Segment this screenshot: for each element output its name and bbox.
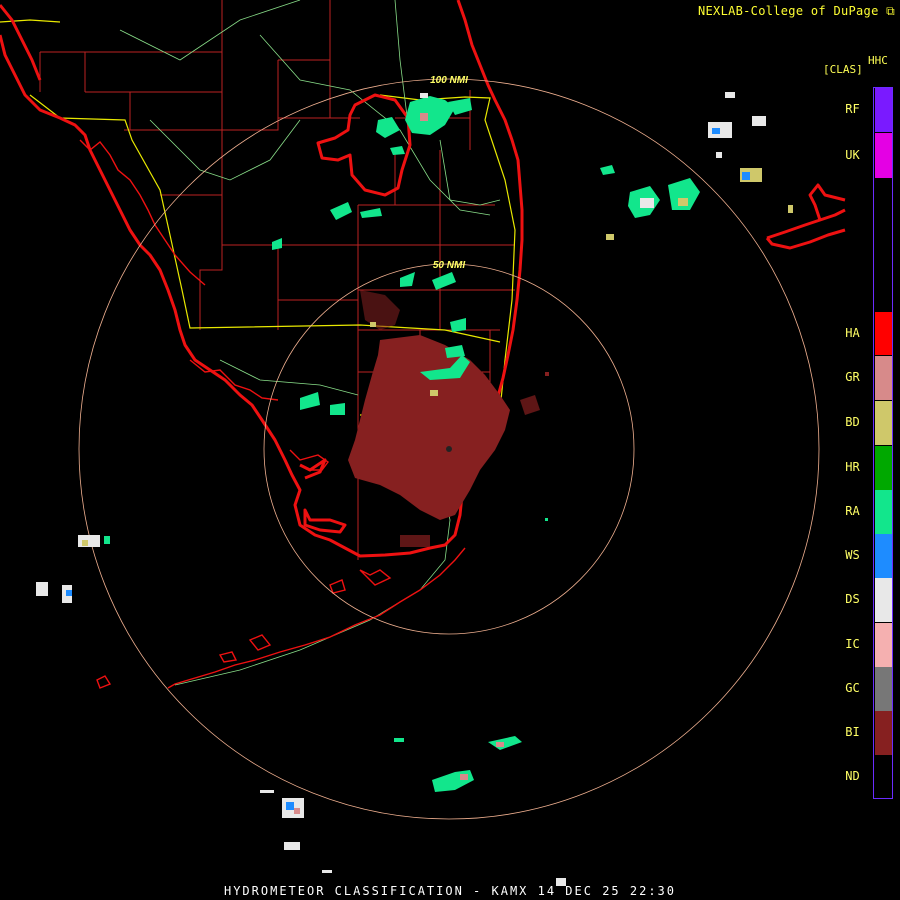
- legend-label-ra: RA: [845, 504, 860, 518]
- legend-label-gr: GR: [845, 370, 860, 384]
- ring-label-100nmi: 100 NMI: [430, 75, 468, 86]
- legend-swatch-bd: [875, 401, 892, 445]
- legend-label-rf: RF: [845, 102, 860, 116]
- classification-legend: [873, 87, 893, 799]
- legend-swatch-ds: [875, 578, 892, 622]
- credit-label: NEXLAB-College of DuPage ⧉: [698, 4, 895, 19]
- product-code: HHC: [868, 54, 888, 67]
- legend-label-nd: ND: [845, 769, 860, 783]
- legend-label-uk: UK: [845, 147, 860, 162]
- external-link-icon[interactable]: ⧉: [886, 4, 895, 18]
- credit-text: NEXLAB-College of DuPage: [698, 4, 879, 18]
- radar-map: 100 NMI 50 NMI: [0, 0, 846, 886]
- legend-label-hr: HR: [845, 460, 860, 474]
- legend-swatch-gc: [875, 667, 892, 711]
- legend-swatch-uk: [875, 133, 892, 178]
- legend-label-gc: GC: [845, 681, 860, 695]
- product-name: [CLAS]: [823, 63, 863, 76]
- ring-label-50nmi: 50 NMI: [433, 260, 465, 271]
- legend-label-ds: DS: [845, 592, 860, 606]
- legend-label-ic: IC: [845, 637, 860, 651]
- legend-swatch-nd: [875, 756, 892, 798]
- legend-swatch-gr: [875, 356, 892, 400]
- legend-swatch-ra: [875, 490, 892, 534]
- legend-label-bd: BD: [845, 415, 860, 429]
- product-title: HYDROMETEOR CLASSIFICATION - KAMX 14 DEC…: [223, 884, 676, 898]
- legend-label-ha: HA: [845, 325, 860, 340]
- radar-site-icon: [446, 446, 452, 452]
- biological-echoes: [348, 290, 549, 547]
- legend-swatch-rf: [875, 88, 892, 132]
- legend-label-ws: WS: [845, 548, 860, 562]
- legend-swatch-ic: [875, 623, 892, 667]
- legend-swatch-ws: [875, 534, 892, 578]
- legend-swatch-bi: [875, 711, 892, 755]
- legend-label-bi: BI: [845, 725, 860, 739]
- legend-swatch-hr: [875, 446, 892, 490]
- legend-swatch-ha: [875, 312, 892, 355]
